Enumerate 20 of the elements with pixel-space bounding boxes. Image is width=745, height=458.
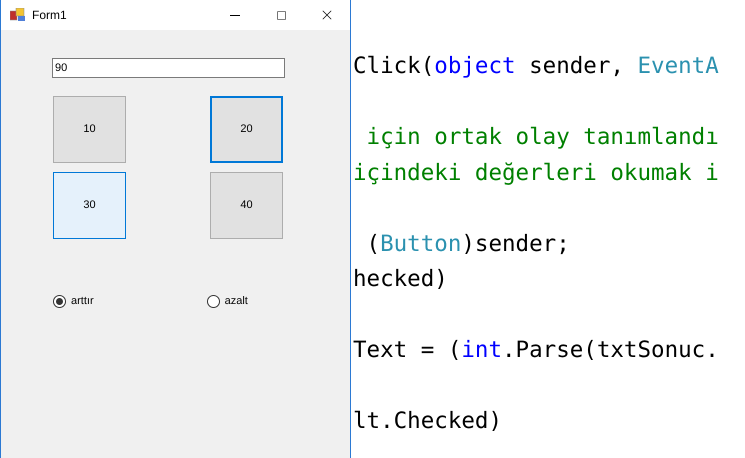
radio-button[interactable] (206, 294, 220, 308)
code-line: için ortak olay tanımlandı (366, 123, 719, 152)
window-title: Form1 (32, 7, 67, 24)
radio-label: azalt (224, 294, 248, 309)
code-line: hecked) (353, 265, 448, 294)
result-field[interactable]: 90 (52, 58, 285, 78)
code-line: lt.Checked) (353, 407, 502, 436)
code-line: (Button)sender; (366, 230, 570, 258)
radio-label: arttır (71, 294, 94, 309)
app-icon (10, 8, 26, 22)
radio-button[interactable] (53, 294, 66, 308)
code-line: Click(object sender, EventA (353, 52, 719, 81)
maximize-icon (276, 10, 286, 20)
code-line: içindeki değerleri okumak i (353, 158, 719, 188)
number-button[interactable]: 20 (210, 96, 283, 163)
number-button[interactable]: 30 (53, 172, 126, 239)
number-button[interactable]: 10 (53, 96, 126, 163)
number-button[interactable]: 40 (210, 172, 283, 239)
minimize-icon (230, 14, 240, 16)
code-line: Text = (int.Parse(txtSonuc. (353, 336, 719, 365)
